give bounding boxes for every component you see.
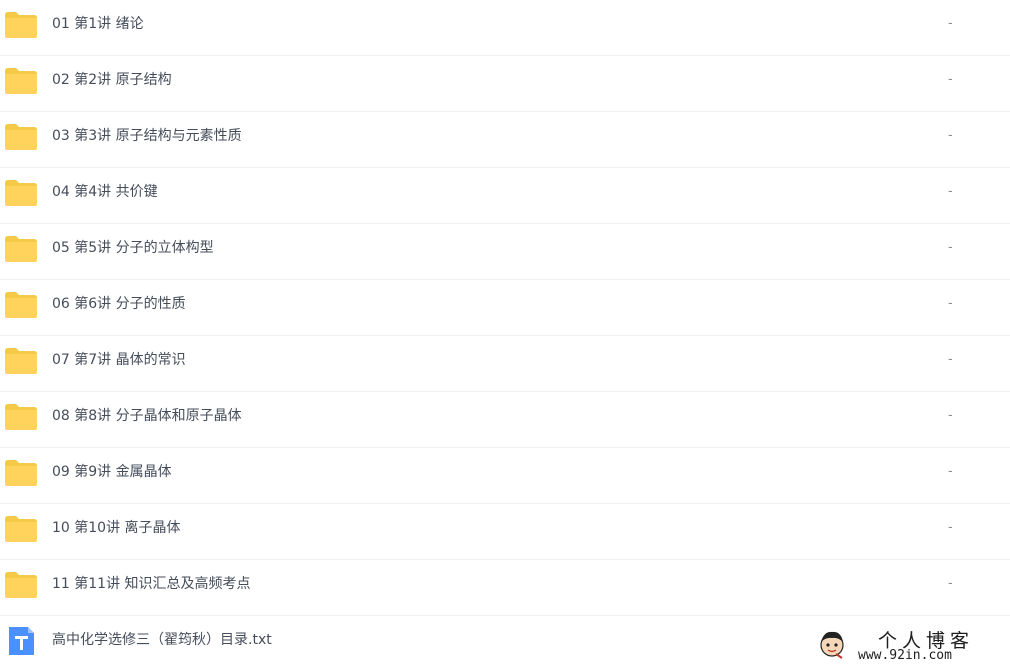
folder-row[interactable]: 11 第11讲 知识汇总及高频考点 - xyxy=(0,560,1010,616)
file-name[interactable]: 05 第5讲 分子的立体构型 xyxy=(52,224,214,272)
file-name[interactable]: 10 第10讲 离子晶体 xyxy=(52,504,181,552)
folder-icon-graphic xyxy=(5,404,37,430)
folder-row[interactable]: 07 第7讲 晶体的常识 - xyxy=(0,336,1010,392)
folder-icon-graphic xyxy=(5,292,37,318)
folder-icon xyxy=(4,11,38,39)
watermark-url: www.92in.com xyxy=(858,648,952,663)
folder-icon-graphic xyxy=(5,516,37,542)
folder-icon xyxy=(4,459,38,487)
folder-icon xyxy=(4,67,38,95)
file-size: - xyxy=(948,16,953,31)
file-size: - xyxy=(948,464,953,479)
folder-icon xyxy=(4,291,38,319)
file-size: - xyxy=(948,184,953,199)
folder-icon-graphic xyxy=(5,124,37,150)
file-name[interactable]: 02 第2讲 原子结构 xyxy=(52,56,172,104)
file-size: - xyxy=(948,408,953,423)
folder-row[interactable]: 02 第2讲 原子结构 - xyxy=(0,56,1010,112)
folder-row[interactable]: 08 第8讲 分子晶体和原子晶体 - xyxy=(0,392,1010,448)
watermark: 个人博客 www.92in.com xyxy=(812,624,1008,666)
folder-icon xyxy=(4,571,38,599)
folder-row[interactable]: 09 第9讲 金属晶体 - xyxy=(0,448,1010,504)
folder-icon-graphic xyxy=(5,572,37,598)
folder-icon-graphic xyxy=(5,460,37,486)
folder-icon-graphic xyxy=(5,348,37,374)
text-file-icon xyxy=(4,627,38,655)
file-size: - xyxy=(948,576,953,591)
file-list: 01 第1讲 绪论 -02 第2讲 原子结构 -03 第3讲 原子结构与元素性质 -0… xyxy=(0,0,1010,672)
folder-icon xyxy=(4,179,38,207)
file-size: - xyxy=(948,296,953,311)
folder-row[interactable]: 03 第3讲 原子结构与元素性质 - xyxy=(0,112,1010,168)
file-name[interactable]: 08 第8讲 分子晶体和原子晶体 xyxy=(52,392,242,440)
file-name[interactable]: 01 第1讲 绪论 xyxy=(52,0,144,48)
file-size: - xyxy=(948,72,953,87)
file-name[interactable]: 高中化学选修三（翟筠秋）目录.txt xyxy=(52,616,272,664)
file-size: - xyxy=(948,352,953,367)
file-name[interactable]: 06 第6讲 分子的性质 xyxy=(52,280,186,328)
folder-row[interactable]: 10 第10讲 离子晶体 - xyxy=(0,504,1010,560)
file-name[interactable]: 09 第9讲 金属晶体 xyxy=(52,448,172,496)
file-size: - xyxy=(948,520,953,535)
folder-icon xyxy=(4,347,38,375)
file-name[interactable]: 03 第3讲 原子结构与元素性质 xyxy=(52,112,242,160)
file-size: - xyxy=(948,128,953,143)
file-size: - xyxy=(948,240,953,255)
folder-icon xyxy=(4,235,38,263)
folder-icon-graphic xyxy=(5,180,37,206)
file-name[interactable]: 04 第4讲 共价键 xyxy=(52,168,158,216)
folder-row[interactable]: 01 第1讲 绪论 - xyxy=(0,0,1010,56)
folder-row[interactable]: 05 第5讲 分子的立体构型 - xyxy=(0,224,1010,280)
folder-icon xyxy=(4,403,38,431)
folder-row[interactable]: 04 第4讲 共价键 - xyxy=(0,168,1010,224)
text-file-icon-graphic xyxy=(9,627,34,655)
folder-icon-graphic xyxy=(5,12,37,38)
folder-icon xyxy=(4,515,38,543)
folder-icon-graphic xyxy=(5,236,37,262)
file-name[interactable]: 07 第7讲 晶体的常识 xyxy=(52,336,186,384)
folder-row[interactable]: 06 第6讲 分子的性质 - xyxy=(0,280,1010,336)
avatar-icon xyxy=(816,628,848,660)
file-name[interactable]: 11 第11讲 知识汇总及高频考点 xyxy=(52,560,251,608)
folder-icon xyxy=(4,123,38,151)
folder-icon-graphic xyxy=(5,68,37,94)
